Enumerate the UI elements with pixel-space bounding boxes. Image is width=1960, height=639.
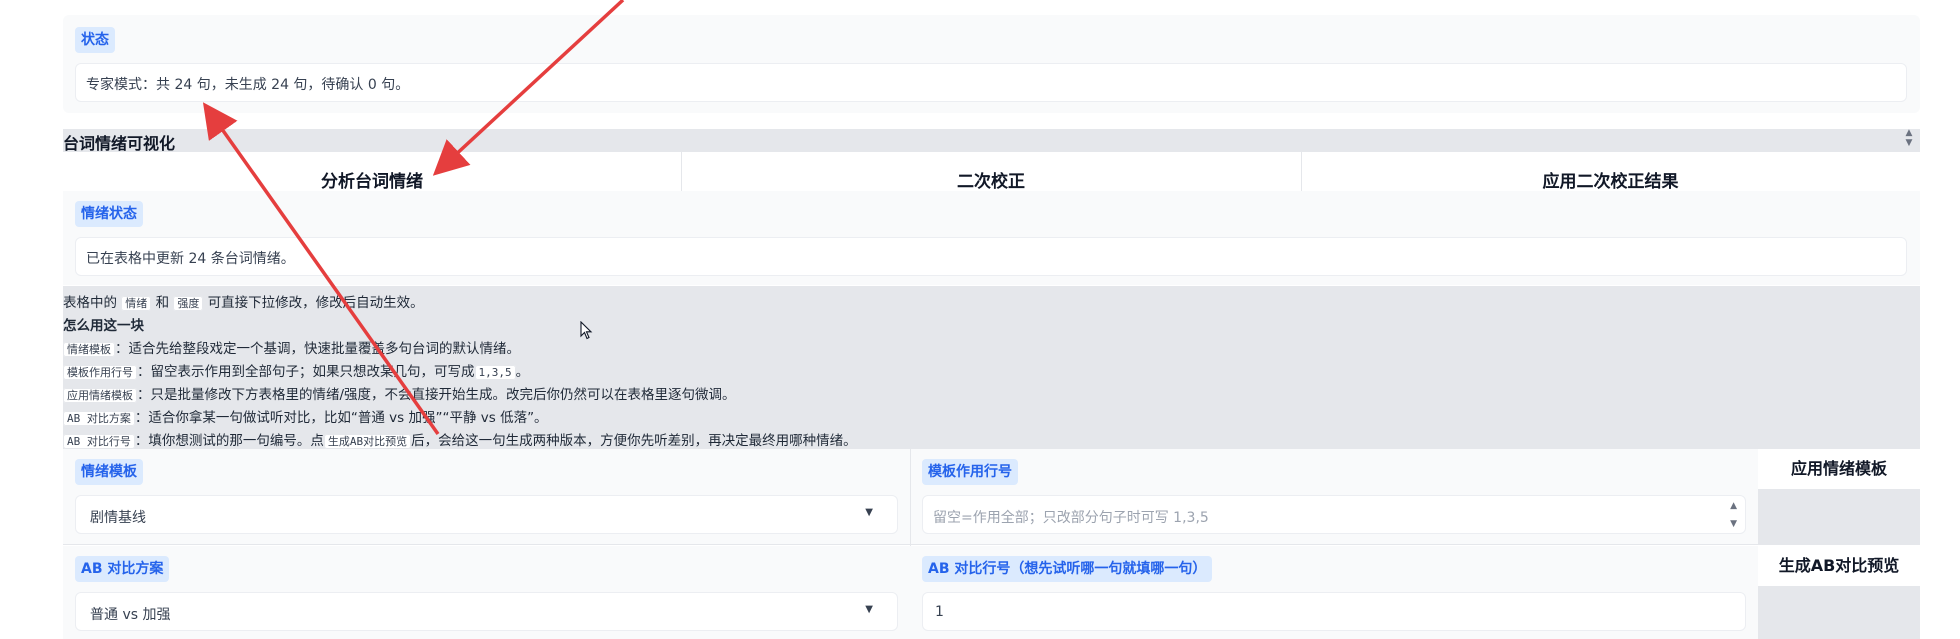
- annotation-arrow-1: [432, 0, 625, 176]
- annotation-arrow-2: [202, 102, 440, 436]
- annotation-arrows: [202, 0, 625, 436]
